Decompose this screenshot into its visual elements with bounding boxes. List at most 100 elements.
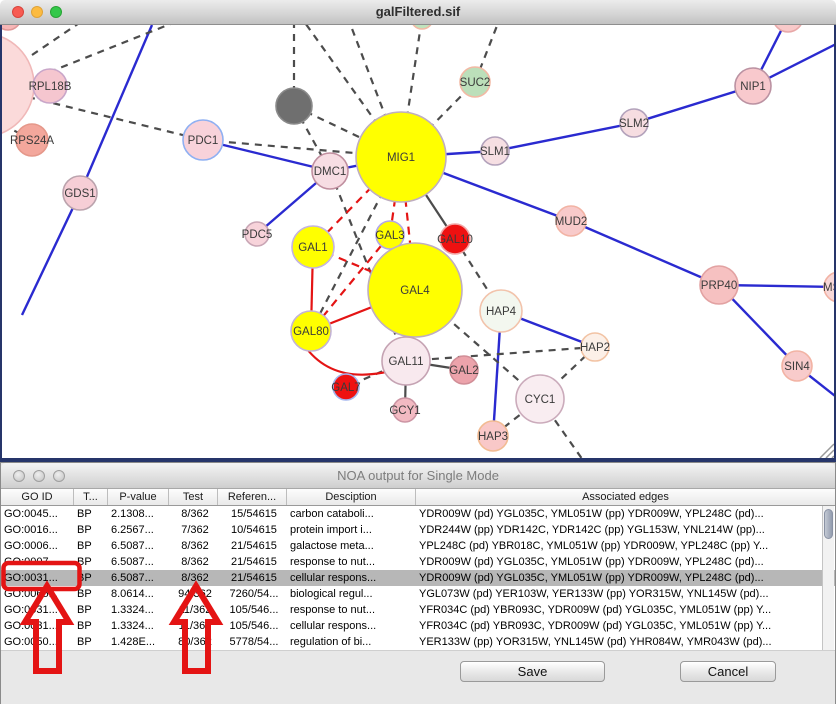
column-header[interactable]: Test: [169, 489, 218, 505]
node-label: GAL80: [293, 326, 329, 338]
node-label: PDC1: [188, 135, 219, 147]
table-cell: cellular respons...: [287, 618, 416, 634]
network-window: galFiltered.sif RPL18BRPS24AGDS1PDC1PDC5…: [0, 0, 836, 462]
table-cell: protein import i...: [287, 522, 416, 538]
table-cell: carbon cataboli...: [287, 506, 416, 522]
cancel-button[interactable]: Cancel: [680, 661, 776, 682]
table-cell: GO:0016...: [1, 522, 74, 538]
table-cell: 6.2567...: [108, 522, 169, 538]
table-cell: GO:0007...: [1, 554, 74, 570]
node-label: GAL11: [389, 356, 424, 368]
table-cell: 8/362: [169, 538, 218, 554]
table-row[interactable]: GO:0050...BP1.428E...80/3625778/54...reg…: [1, 634, 835, 650]
node-label: MSN5: [823, 282, 834, 294]
table-cell: BP: [74, 602, 108, 618]
edge: [22, 193, 80, 315]
table-cell: GO:0050...: [1, 634, 74, 650]
table-cell: GO:0031...: [1, 602, 74, 618]
edge: [571, 221, 719, 285]
table-cell: BP: [74, 522, 108, 538]
save-button[interactable]: Save: [460, 661, 605, 682]
node-label: GAL10: [437, 234, 473, 246]
table-row[interactable]: GO:0031...BP1.3324...11/362105/546...res…: [1, 602, 835, 618]
scrollbar-thumb[interactable]: [824, 509, 833, 539]
node-label: HAP2: [580, 342, 610, 354]
table-cell: 11/362: [169, 618, 218, 634]
edge: [406, 347, 595, 361]
table-cell: 6.5087...: [108, 538, 169, 554]
node-label: GDS1: [64, 188, 95, 200]
column-header[interactable]: Associated edges: [416, 489, 835, 505]
table-cell: YDR009W (pd) YGL035C, YML051W (pp) YDR00…: [416, 554, 835, 570]
vertical-scrollbar[interactable]: [822, 506, 834, 650]
table-row[interactable]: GO:0006...BP6.5087...8/36221/54615galact…: [1, 538, 835, 554]
node-top-right-sliver[interactable]: [773, 25, 803, 32]
table-cell: 8/362: [169, 554, 218, 570]
table-cell: 105/546...: [218, 618, 287, 634]
node-label: SIN4: [784, 361, 810, 373]
table-row[interactable]: GO:0031...BP1.3324...11/362105/546...cel…: [1, 618, 835, 634]
table-cell: BP: [74, 586, 108, 602]
table-cell: 1.428E...: [108, 634, 169, 650]
table-cell: 1.3324...: [108, 618, 169, 634]
table-cell: 11/362: [169, 602, 218, 618]
table-cell: 8/362: [169, 570, 218, 586]
node-label: HAP3: [478, 431, 508, 443]
table-cell: GO:0031...: [1, 570, 74, 586]
table-cell: BP: [74, 538, 108, 554]
table-cell: 6.5087...: [108, 570, 169, 586]
column-header[interactable]: GO ID: [1, 489, 74, 505]
column-header[interactable]: Referen...: [218, 489, 287, 505]
table-cell: 1.3324...: [108, 602, 169, 618]
table-cell: GO:0045...: [1, 506, 74, 522]
table-cell: 2.1308...: [108, 506, 169, 522]
table-cell: regulation of bi...: [287, 634, 416, 650]
column-header[interactable]: P-value: [108, 489, 169, 505]
edge: [32, 25, 94, 55]
node-label: GAL1: [298, 242, 327, 254]
node-label: SLM1: [480, 146, 510, 158]
table-cell: 8/362: [169, 506, 218, 522]
table-cell: 5778/54...: [218, 634, 287, 650]
node-top-left-sliver[interactable]: [2, 25, 21, 30]
node-label: GCY1: [389, 405, 420, 417]
table-header: GO IDT...P-valueTestReferen...Desciption…: [1, 489, 835, 506]
table-cell: BP: [74, 554, 108, 570]
node-label: HAP4: [486, 306, 517, 318]
column-header[interactable]: Desciption: [287, 489, 416, 505]
node-green-sliver[interactable]: [411, 25, 433, 29]
table-row[interactable]: GO:0065...BP8.0614...94/3627260/54...bio…: [1, 586, 835, 602]
table-cell: YDR009W (pd) YGL035C, YML051W (pp) YDR00…: [416, 506, 835, 522]
node-label: PDC5: [242, 229, 273, 241]
button-panel: Save Cancel: [1, 650, 835, 704]
table-cell: response to nut...: [287, 602, 416, 618]
column-header[interactable]: T...: [74, 489, 108, 505]
table-row[interactable]: GO:0031...BP6.5087...8/36221/54615cellul…: [1, 570, 835, 586]
table-row[interactable]: GO:0045...BP2.1308...8/36215/54615carbon…: [1, 506, 835, 522]
edge: [307, 349, 386, 375]
table-cell: YDR009W (pd) YGL035C, YML051W (pp) YDR00…: [416, 570, 835, 586]
edge: [80, 25, 152, 193]
table-cell: 15/54615: [218, 506, 287, 522]
table-cell: cellular respons...: [287, 570, 416, 586]
table-row[interactable]: GO:0016...BP6.2567...7/36210/54615protei…: [1, 522, 835, 538]
table-cell: GO:0065...: [1, 586, 74, 602]
table-cell: 21/54615: [218, 554, 287, 570]
edge: [37, 25, 198, 77]
table-cell: 6.5087...: [108, 554, 169, 570]
noa-window-titlebar: NOA output for Single Mode: [1, 463, 835, 489]
node-label: MIG1: [387, 152, 415, 164]
table-cell: galactose meta...: [287, 538, 416, 554]
table-cell: 10/54615: [218, 522, 287, 538]
table-cell: YGL073W (pd) YER103W, YER133W (pp) YOR31…: [416, 586, 835, 602]
table-cell: YDR244W (pp) YDR142C, YDR142C (pp) YGL15…: [416, 522, 835, 538]
table-row[interactable]: GO:0007...BP6.5087...8/36221/54615respon…: [1, 554, 835, 570]
node-gray-node[interactable]: [276, 88, 312, 124]
node-label: GAL4: [400, 285, 430, 297]
network-view[interactable]: RPL18BRPS24AGDS1PDC1PDC5DMC1MIG1SUC2SLM1…: [0, 25, 836, 462]
table-cell: 21/54615: [218, 538, 287, 554]
table-cell: 7/362: [169, 522, 218, 538]
node-label: RPS24A: [10, 135, 54, 147]
table-cell: YPL248C (pd) YBR018C, YML051W (pp) YDR00…: [416, 538, 835, 554]
network-window-titlebar: galFiltered.sif: [0, 0, 836, 25]
